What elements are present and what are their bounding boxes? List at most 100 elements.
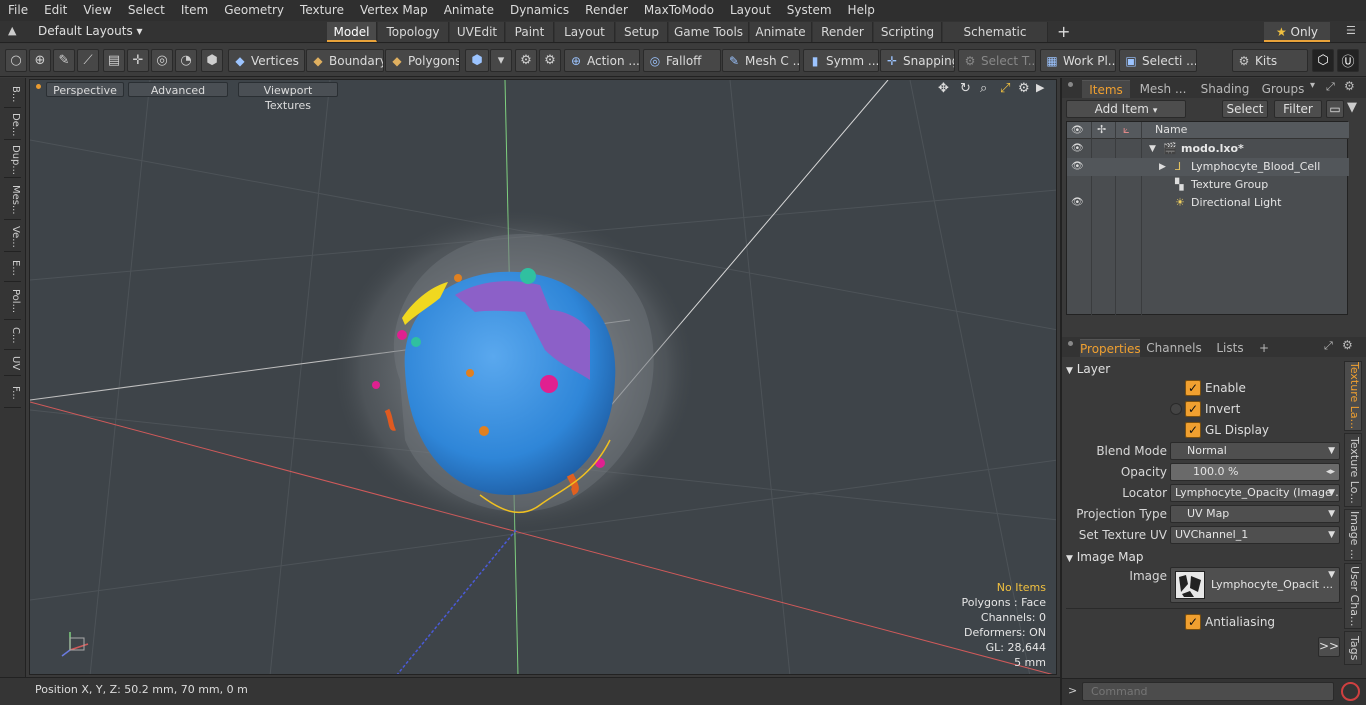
center-icon[interactable]: ✛ xyxy=(127,49,149,72)
viewport-expand-icon[interactable]: ▶ xyxy=(1036,81,1044,94)
material-icon[interactable]: ⬢ xyxy=(465,49,489,72)
collapse-icon[interactable]: ▲ xyxy=(8,24,16,37)
tab-overflow-icon[interactable]: ▾ xyxy=(1310,80,1315,91)
menu-dynamics[interactable]: Dynamics xyxy=(502,0,577,21)
menu-texture[interactable]: Texture xyxy=(292,0,352,21)
tab-setup[interactable]: Setup xyxy=(616,22,668,42)
invert-checkbox[interactable]: ✓ xyxy=(1185,401,1201,417)
tab-mesh[interactable]: Mesh ... xyxy=(1134,80,1192,98)
polygons-button[interactable]: ◆ Polygons xyxy=(385,49,460,72)
tab-groups[interactable]: Groups xyxy=(1258,80,1308,98)
unity-icon[interactable]: ⬡ xyxy=(1312,49,1334,72)
menu-render[interactable]: Render xyxy=(577,0,636,21)
pen-icon[interactable]: ✎ xyxy=(53,49,75,72)
select-button[interactable]: Select xyxy=(1222,100,1268,118)
tab-properties[interactable]: Properties xyxy=(1080,339,1141,357)
slider-handle-icon[interactable]: ◂▸ xyxy=(1326,464,1335,480)
visibility-eye-icon[interactable]: 👁 xyxy=(1071,197,1084,209)
boundary-button[interactable]: ◆ Boundary xyxy=(306,49,384,72)
item-row-light[interactable]: 👁 ☀ Directional Light xyxy=(1067,194,1349,212)
add-item-button[interactable]: Add Item ▾ xyxy=(1066,100,1186,118)
menu-vertex-map[interactable]: Vertex Map xyxy=(352,0,436,21)
left-tab-duplicate[interactable]: Dup... xyxy=(4,142,21,178)
zoom-icon[interactable]: ⌕ xyxy=(980,81,987,96)
work-plane-button[interactable]: ▦ Work Pl... xyxy=(1040,49,1116,72)
select-mode-icon[interactable]: ○ xyxy=(5,49,27,72)
tab-render[interactable]: Render xyxy=(813,22,873,42)
record-icon[interactable] xyxy=(1341,682,1360,701)
menu-animate[interactable]: Animate xyxy=(436,0,502,21)
left-tab-vertex[interactable]: Ve... xyxy=(4,222,21,252)
opacity-field[interactable]: 100.0 % ◂▸ xyxy=(1170,463,1340,481)
brush-icon[interactable]: ⟋ xyxy=(77,49,99,72)
tab-uvedit[interactable]: UVEdit xyxy=(450,22,505,42)
visibility-eye-icon[interactable]: 👁 xyxy=(1071,161,1084,173)
tab-channels[interactable]: Channels xyxy=(1144,339,1204,357)
globe-icon[interactable]: ⊕ xyxy=(29,49,51,72)
item-row-texture-group[interactable]: ▚ Texture Group xyxy=(1067,176,1349,194)
tab-game-tools[interactable]: Game Tools xyxy=(669,22,749,42)
projection-type-select[interactable]: UV Map ▼ xyxy=(1170,505,1340,523)
tab-scripting[interactable]: Scripting xyxy=(874,22,942,42)
select-through-button[interactable]: ⚙ Select T... xyxy=(958,49,1036,72)
add-tab-icon[interactable]: + xyxy=(1057,22,1070,41)
visibility-eye-icon[interactable]: 👁 xyxy=(1071,143,1084,155)
left-tab-basic[interactable]: B... xyxy=(4,82,21,108)
antialiasing-checkbox[interactable]: ✓ xyxy=(1185,614,1201,630)
left-tab-fusion[interactable]: F... xyxy=(4,378,21,408)
side-tab-texture-layer[interactable]: Texture La... xyxy=(1344,361,1362,431)
layer-section-header[interactable]: ▼ Layer xyxy=(1066,360,1342,378)
menu-help[interactable]: Help xyxy=(840,0,883,21)
menu-layout[interactable]: Layout xyxy=(722,0,779,21)
menu-maxtomodo[interactable]: MaxToModo xyxy=(636,0,722,21)
align-icon[interactable]: ▤ xyxy=(103,49,125,72)
symmetry-y-icon[interactable]: ⚙ xyxy=(539,49,561,72)
collapse-list-icon[interactable]: ▭ xyxy=(1326,100,1344,118)
menu-view[interactable]: View xyxy=(75,0,119,21)
material-dropdown-icon[interactable]: ▾ xyxy=(490,49,512,72)
expand-arrow-icon[interactable]: ▼ xyxy=(1149,140,1156,158)
symmetry-x-icon[interactable]: ⚙ xyxy=(515,49,537,72)
menu-geometry[interactable]: Geometry xyxy=(216,0,292,21)
action-button[interactable]: ⊕ Action ... xyxy=(564,49,640,72)
3d-viewport[interactable]: Perspective Advanced Viewport Textures ✥… xyxy=(29,79,1057,675)
item-mode-icon[interactable]: ⬢ xyxy=(201,49,223,72)
tab-topology[interactable]: Topology xyxy=(378,22,449,42)
properties-menu-icon[interactable] xyxy=(1068,341,1073,346)
window-menu-icon[interactable]: ☰ xyxy=(1346,24,1356,37)
menu-system[interactable]: System xyxy=(779,0,840,21)
selection-sets-button[interactable]: ▣ Selecti ... xyxy=(1119,49,1197,72)
tab-layout[interactable]: Layout xyxy=(555,22,615,42)
side-tab-tags[interactable]: Tags xyxy=(1344,631,1362,665)
enable-checkbox[interactable]: ✓ xyxy=(1185,380,1201,396)
symmetry-button[interactable]: ▮ Symm ... xyxy=(803,49,879,72)
add-properties-tab[interactable]: + xyxy=(1256,339,1272,357)
gl-display-checkbox[interactable]: ✓ xyxy=(1185,422,1201,438)
viewport-options-icon[interactable] xyxy=(36,84,41,89)
maximize-icon[interactable]: ⤢ xyxy=(1000,81,1010,96)
image-select[interactable]: Lymphocyte_Opacit ... ▼ xyxy=(1170,567,1340,603)
menu-select[interactable]: Select xyxy=(120,0,173,21)
expand-arrow-icon[interactable]: ▶ xyxy=(1159,158,1166,176)
blend-mode-select[interactable]: Normal ▼ xyxy=(1170,442,1340,460)
vertices-button[interactable]: ◆ Vertices xyxy=(228,49,305,72)
menu-item[interactable]: Item xyxy=(173,0,216,21)
falloff-button[interactable]: ◎ Falloff xyxy=(643,49,721,72)
panel-popout-icon[interactable]: ⤢ xyxy=(1326,80,1335,94)
menu-edit[interactable]: Edit xyxy=(36,0,75,21)
only-toggle[interactable]: ★ Only xyxy=(1264,22,1330,42)
left-tab-edge[interactable]: E... xyxy=(4,254,21,282)
snapping-button[interactable]: ✛ Snapping xyxy=(880,49,955,72)
tab-lists[interactable]: Lists xyxy=(1208,339,1252,357)
unreal-icon[interactable]: Ⓤ xyxy=(1337,49,1359,72)
pivot-icon[interactable]: ◎ xyxy=(151,49,173,72)
menu-file[interactable]: File xyxy=(0,0,36,21)
tab-model[interactable]: Model xyxy=(327,22,377,42)
tab-items[interactable]: Items xyxy=(1082,80,1130,98)
name-column-header[interactable]: Name xyxy=(1155,123,1187,136)
side-tab-user-channels[interactable]: User Cha... xyxy=(1344,563,1362,629)
viewport-textures-button[interactable]: Viewport Textures xyxy=(238,82,338,112)
advanced-button[interactable]: Advanced xyxy=(128,82,228,97)
tab-animate[interactable]: Animate xyxy=(750,22,812,42)
orbit-icon[interactable]: ↻ xyxy=(960,81,971,96)
